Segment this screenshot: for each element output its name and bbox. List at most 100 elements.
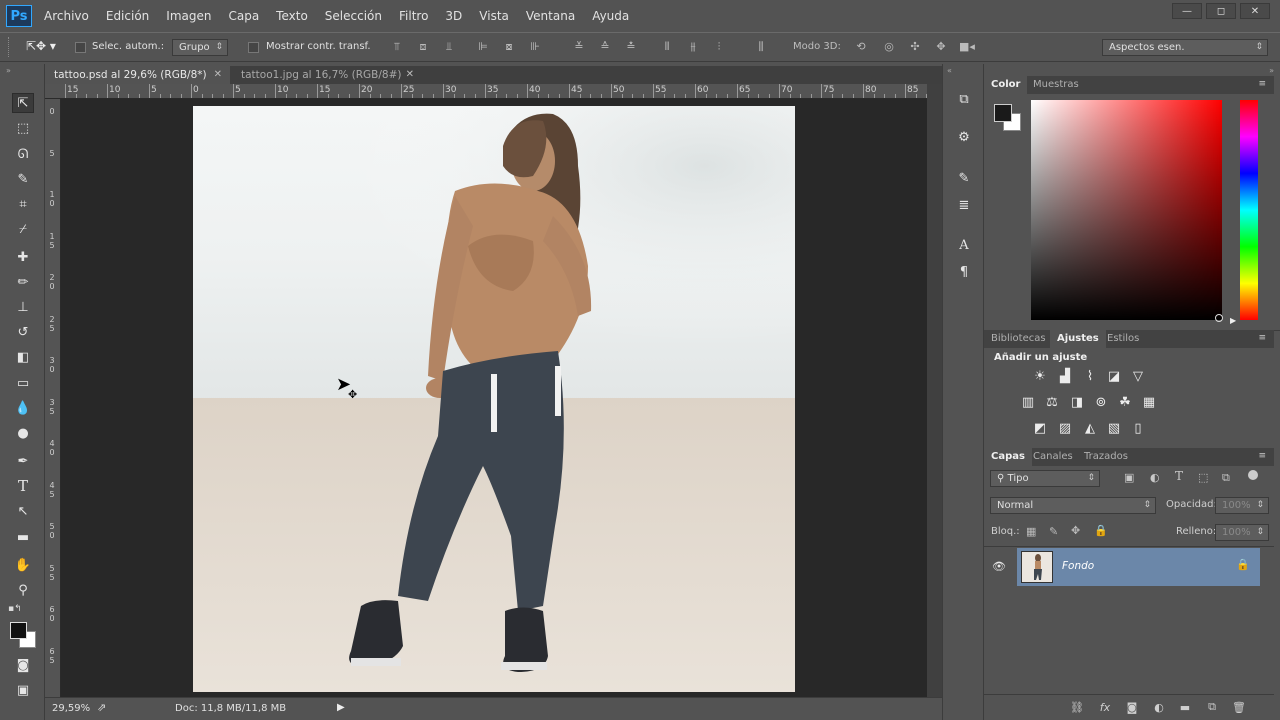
new-layer-icon[interactable]: ⧉ xyxy=(1205,700,1219,714)
align-top-icon[interactable]: ⫪ xyxy=(390,40,404,54)
filter-smart-icon[interactable]: ⧉ xyxy=(1222,471,1230,485)
black-white-icon[interactable]: ◨ xyxy=(1068,394,1086,410)
channel-mixer-icon[interactable]: ☘ xyxy=(1116,394,1134,410)
roll-3d-icon[interactable]: ◎ xyxy=(880,40,898,54)
slide-3d-icon[interactable]: ✥ xyxy=(932,40,950,54)
tab-ajustes[interactable]: Ajustes xyxy=(1050,330,1106,348)
auto-select-checkbox[interactable] xyxy=(75,42,86,53)
link-layers-icon[interactable]: ⛓ xyxy=(1070,700,1084,714)
align-right-icon[interactable]: ⊪ xyxy=(528,40,542,54)
collapse-toolbar-icon[interactable]: » xyxy=(6,66,11,75)
invert-icon[interactable]: ◩ xyxy=(1031,420,1049,436)
quick-select-tool-icon[interactable]: ✎ xyxy=(12,169,34,189)
blur-tool-icon[interactable]: 💧 xyxy=(12,398,34,418)
history-brush-tool-icon[interactable]: ↺ xyxy=(12,322,34,342)
align-vcenter-icon[interactable]: ⧈ xyxy=(416,40,430,54)
close-tab-icon[interactable]: ✕ xyxy=(406,66,414,84)
distribute-hcenter-icon[interactable]: ⫵ xyxy=(686,40,700,54)
brightness-icon[interactable]: ☀ xyxy=(1031,368,1049,384)
menu-texto[interactable]: Texto xyxy=(276,9,308,23)
posterize-icon[interactable]: ▨ xyxy=(1056,420,1074,436)
screen-mode-icon[interactable]: ▣ xyxy=(12,680,34,700)
collapse-dock-icon[interactable]: » xyxy=(1269,66,1274,75)
new-group-icon[interactable]: ▬ xyxy=(1178,700,1192,714)
menu-capa[interactable]: Capa xyxy=(228,9,259,23)
history-panel-icon[interactable]: ⧉ xyxy=(954,90,974,108)
align-bottom-icon[interactable]: ⫫ xyxy=(442,40,456,54)
color-balance-icon[interactable]: ⚖ xyxy=(1043,394,1061,410)
status-menu-arrow-icon[interactable]: ▶ xyxy=(337,702,345,713)
tab-trazados[interactable]: Trazados xyxy=(1077,448,1135,466)
distribute-right-icon[interactable]: ⫶ xyxy=(712,40,726,54)
healing-brush-tool-icon[interactable]: ✚ xyxy=(12,247,34,267)
exposure-icon[interactable]: ◪ xyxy=(1105,368,1123,384)
distribute-left-icon[interactable]: ⫴ xyxy=(660,40,674,54)
selective-color-icon[interactable]: ▧ xyxy=(1105,420,1123,436)
stamp-tool-icon[interactable]: ⊥ xyxy=(12,297,34,317)
hue-slider[interactable] xyxy=(1240,100,1258,320)
type-tool-icon[interactable]: T xyxy=(12,476,34,496)
delete-layer-icon[interactable]: 🗑 xyxy=(1232,700,1246,714)
brush-presets-icon[interactable]: ✎ xyxy=(954,169,974,187)
tab-color[interactable]: Color xyxy=(984,76,1028,94)
brush-tool-icon[interactable]: ✏ xyxy=(12,272,34,292)
fill-input[interactable]: 100% xyxy=(1215,524,1269,541)
distribute-bottom-icon[interactable]: ≛ xyxy=(624,40,638,54)
workspace-dropdown[interactable]: Aspectos esen. xyxy=(1102,39,1268,56)
menu-ventana[interactable]: Ventana xyxy=(526,9,575,23)
layer-name[interactable]: Fondo xyxy=(1062,560,1094,572)
lock-pixels-icon[interactable]: ✎ xyxy=(1049,525,1058,538)
hue-slider-handle-icon[interactable]: ▶ xyxy=(1230,316,1236,325)
photo-filter-icon[interactable]: ⊚ xyxy=(1092,394,1110,410)
distribute-vcenter-icon[interactable]: ≙ xyxy=(598,40,612,54)
quick-mask-icon[interactable]: ◙ xyxy=(12,655,34,675)
default-colors-icon[interactable]: ▪↰ xyxy=(8,604,22,614)
orbit-3d-icon[interactable]: ⟲ xyxy=(852,40,870,54)
levels-icon[interactable]: ▟ xyxy=(1056,368,1074,384)
pan-3d-icon[interactable]: ✣ xyxy=(906,40,924,54)
crop-tool-icon[interactable]: ⌗ xyxy=(12,194,34,214)
tab-muestras[interactable]: Muestras xyxy=(1026,76,1086,94)
layer-style-icon[interactable]: fx xyxy=(1098,700,1112,714)
new-adjustment-icon[interactable]: ◐ xyxy=(1152,700,1166,714)
tab-bibliotecas[interactable]: Bibliotecas xyxy=(984,330,1053,348)
panel-menu-icon[interactable]: ≡ xyxy=(1258,451,1266,461)
dodge-tool-icon[interactable]: ● xyxy=(12,423,34,443)
eyedropper-tool-icon[interactable]: ⌿ xyxy=(12,219,34,239)
transform-controls-checkbox[interactable] xyxy=(248,42,259,53)
opacity-input[interactable]: 100% xyxy=(1215,497,1269,514)
auto-select-dropdown[interactable]: Grupo xyxy=(172,39,228,56)
lock-all-icon[interactable]: 🔒 xyxy=(1094,524,1108,537)
tab-tattoo-psd[interactable]: tattoo.psd al 29,6% (RGB/8*) ✕ xyxy=(45,66,230,84)
visibility-eye-icon[interactable]: 👁 xyxy=(992,560,1006,573)
gradient-map-icon[interactable]: ▯ xyxy=(1129,420,1147,436)
zoom-level[interactable]: 29,59% xyxy=(52,703,90,714)
menu-edicion[interactable]: Edición xyxy=(106,9,149,23)
move-tool-preset-icon[interactable]: ⇱✥ ▾ xyxy=(26,39,56,53)
eraser-tool-icon[interactable]: ◧ xyxy=(12,347,34,367)
distribute-top-icon[interactable]: ≚ xyxy=(572,40,586,54)
curves-icon[interactable]: ⌇ xyxy=(1081,368,1099,384)
hue-saturation-icon[interactable]: ▥ xyxy=(1019,394,1037,410)
filter-pixel-icon[interactable]: ▣ xyxy=(1124,471,1134,484)
close-tab-icon[interactable]: ✕ xyxy=(214,66,222,84)
panel-menu-icon[interactable]: ≡ xyxy=(1258,79,1266,89)
lock-position-icon[interactable]: ✥ xyxy=(1071,524,1080,537)
tab-canales[interactable]: Canales xyxy=(1026,448,1080,466)
menu-seleccion[interactable]: Selección xyxy=(325,9,382,23)
marquee-tool-icon[interactable]: ⬚ xyxy=(12,118,34,138)
expand-dock-icon[interactable]: « xyxy=(947,66,952,75)
camera-3d-icon[interactable]: ■◂ xyxy=(958,40,976,54)
menu-imagen[interactable]: Imagen xyxy=(166,9,211,23)
export-icon[interactable]: ⇗ xyxy=(97,701,106,714)
menu-archivo[interactable]: Archivo xyxy=(44,9,89,23)
color-foreground-swatch[interactable] xyxy=(994,104,1012,122)
color-picker-handle[interactable] xyxy=(1215,314,1223,322)
filter-type-icon[interactable]: T xyxy=(1175,469,1183,483)
paragraph-panel-icon[interactable]: ¶ xyxy=(954,263,974,281)
gradient-tool-icon[interactable]: ▭ xyxy=(12,373,34,393)
minimize-button[interactable]: — xyxy=(1172,3,1202,19)
menu-3d[interactable]: 3D xyxy=(445,9,462,23)
path-select-tool-icon[interactable]: ↖ xyxy=(12,501,34,521)
vertical-scrollbar[interactable] xyxy=(927,84,942,697)
